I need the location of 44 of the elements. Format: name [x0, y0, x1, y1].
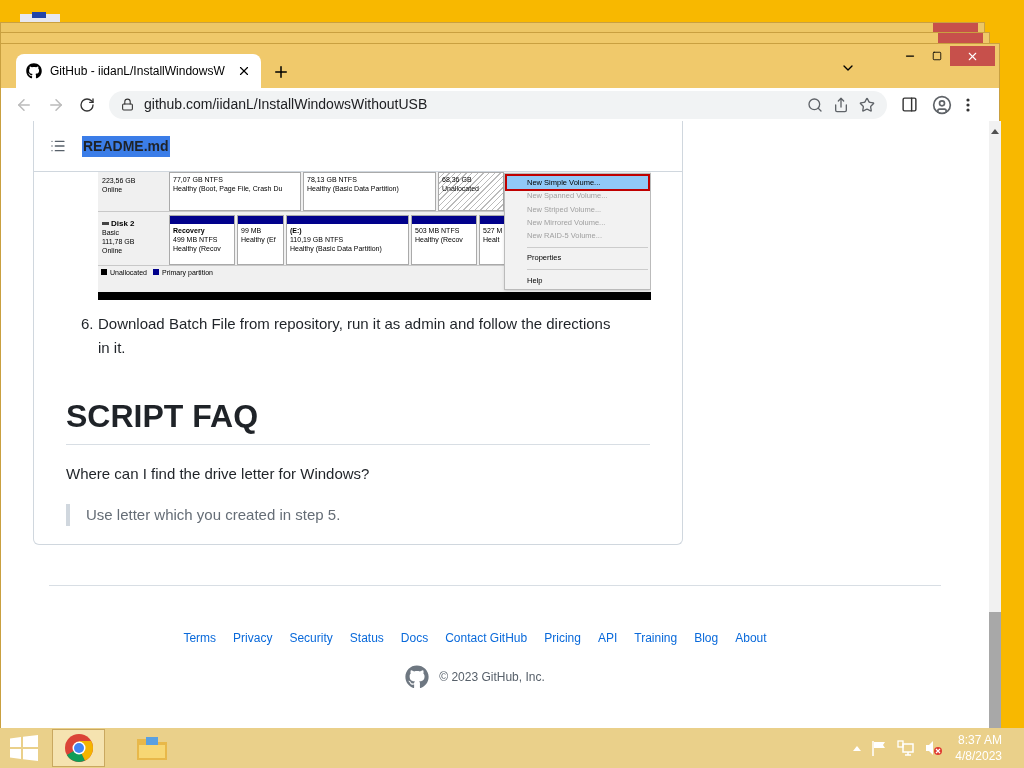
share-icon[interactable] — [833, 96, 849, 113]
plus-icon — [272, 63, 290, 81]
footer-link[interactable]: Docs — [400, 628, 429, 647]
footer-link[interactable]: Pricing — [544, 628, 581, 647]
footer-link[interactable]: Blog — [694, 628, 719, 647]
muted-speaker-icon[interactable] — [925, 740, 944, 756]
footer-link[interactable]: Security — [289, 628, 333, 647]
profile-icon[interactable] — [932, 94, 952, 115]
github-logo-icon[interactable] — [405, 664, 430, 689]
file-name[interactable]: README.md — [82, 135, 170, 157]
footer-link[interactable]: Privacy — [233, 628, 273, 647]
footer-link[interactable]: Contact GitHub — [445, 628, 528, 647]
reload-icon[interactable] — [79, 96, 95, 113]
bookmark-icon[interactable] — [859, 96, 875, 113]
footer-link[interactable]: Training — [634, 628, 678, 647]
outline-icon[interactable] — [50, 138, 66, 154]
faq-answer: Use letter which you created in step 5. — [86, 504, 342, 525]
faq-question: Where can I find the drive letter for Windows? — [66, 464, 371, 484]
lock-icon[interactable] — [121, 98, 134, 111]
step-text: Download Batch File from repository, run it as admin and follow the directions in it. — [98, 314, 612, 358]
footer-link[interactable]: API — [597, 628, 618, 647]
chrome-icon — [63, 733, 94, 763]
taskbar-app-button[interactable] — [52, 729, 105, 767]
scroll-up-icon — [991, 128, 999, 134]
close-icon[interactable] — [237, 64, 251, 78]
browser-tab[interactable]: GitHub - iidanL/InstallWindowsW — [16, 54, 261, 88]
disk-name: Disk 2 — [111, 219, 135, 228]
footer-link[interactable]: Terms — [183, 628, 217, 647]
tab-title: GitHub - iidanL/InstallWindowsW — [50, 63, 225, 80]
address-bar[interactable]: github.com/iidanL/InstallWindowsWithoutUSB — [109, 90, 887, 119]
maximize-icon — [931, 51, 942, 61]
search-icon[interactable] — [807, 96, 823, 113]
list-number: 6. — [81, 314, 95, 334]
menu-icon[interactable] — [966, 97, 970, 112]
github-icon — [26, 63, 42, 79]
folder-icon — [135, 735, 168, 761]
footer-link[interactable]: About — [735, 628, 767, 647]
section-heading: SCRIPT FAQ — [66, 396, 650, 445]
start-icon[interactable] — [10, 735, 38, 761]
url-text: github.com/iidanL/InstallWindowsWithoutUSB — [144, 95, 429, 114]
copyright-text: © 2023 GitHub, Inc. — [439, 668, 545, 686]
side-panel-icon[interactable] — [901, 96, 918, 113]
scrollbar-thumb[interactable] — [989, 612, 1001, 730]
footer-link[interactable]: Status — [349, 628, 384, 647]
